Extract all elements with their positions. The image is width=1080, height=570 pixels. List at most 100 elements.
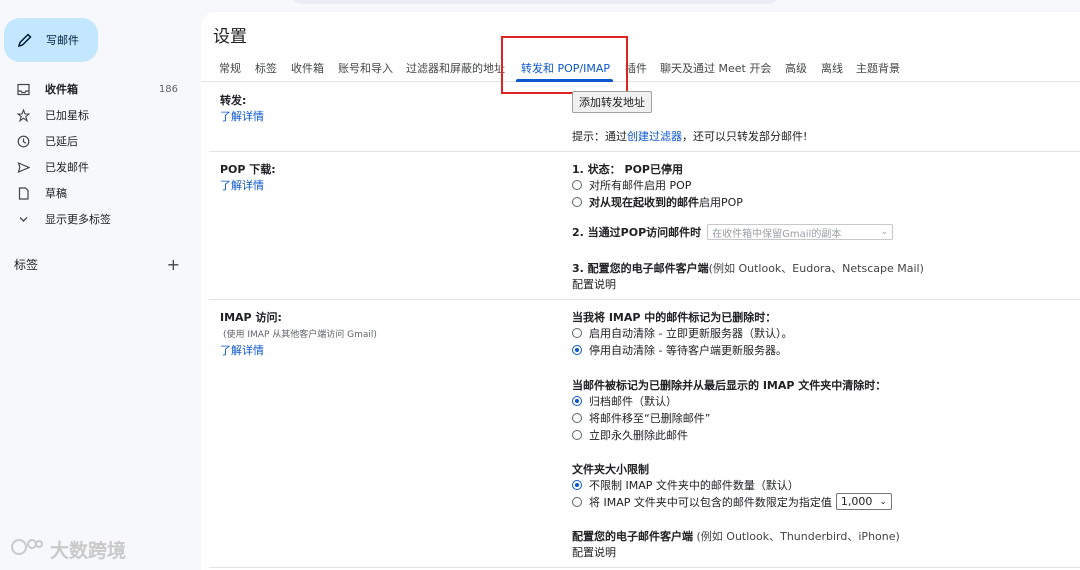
imap-archive-label: 归档邮件（默认） xyxy=(589,395,677,408)
sidebar-item-drafts[interactable]: 草稿 xyxy=(0,180,196,206)
watermark: 大数跨境 xyxy=(10,536,126,563)
imap-client-link[interactable]: 配置说明 xyxy=(572,544,616,560)
imap-client-hint: (例如 Outlook、Thunderbird、iPhone) xyxy=(696,530,900,543)
sidebar-item-label: 已加星标 xyxy=(45,109,89,122)
radio-button[interactable] xyxy=(572,180,582,190)
imap-delete-forever-option[interactable]: 立即永久删除此邮件 xyxy=(572,427,688,443)
imap-folder-heading: 文件夹大小限制 xyxy=(572,463,649,476)
add-forwarding-address-button[interactable]: 添加转发地址 xyxy=(572,91,652,113)
watermark-logo-icon xyxy=(10,536,44,563)
radio-button-selected[interactable] xyxy=(572,345,582,355)
add-label-icon[interactable]: + xyxy=(167,255,180,274)
inbox-count: 186 xyxy=(158,83,178,95)
watermark-text: 大数跨境 xyxy=(50,540,127,562)
sidebar-item-label: 草稿 xyxy=(45,187,67,200)
compose-label: 写邮件 xyxy=(46,34,79,47)
imap-limit-label: 将 IMAP 文件夹中可以包含的邮件数限定为指定值 xyxy=(589,495,832,509)
compose-button[interactable]: 写邮件 xyxy=(4,18,98,62)
imap-trash-label: 将邮件移至“已删除邮件” xyxy=(589,412,711,425)
chevron-down-icon: ⌄ xyxy=(879,496,887,507)
imap-trash-option[interactable]: 将邮件移至“已删除邮件” xyxy=(572,410,710,426)
pop-option-all-label: 对所有邮件启用 POP xyxy=(589,179,692,192)
pop-option-now[interactable]: 对从现在起收到的邮件 启用POP xyxy=(572,194,743,210)
sidebar-item-snoozed[interactable]: 已延后 xyxy=(0,128,196,154)
imap-deleted-heading: 当我将 IMAP 中的邮件标记为已删除时： xyxy=(572,311,777,324)
labels-heading: 标签 + xyxy=(14,255,180,274)
create-filter-link[interactable]: 创建过滤器 xyxy=(627,130,682,143)
clock-icon xyxy=(16,134,30,148)
labels-heading-text: 标签 xyxy=(14,258,39,272)
imap-auto-on-label: 启用自动清除 - 立即更新服务器（默认）。 xyxy=(589,327,793,340)
radio-button[interactable] xyxy=(572,413,582,423)
imap-expunge-heading: 当邮件被标记为已删除并从最后显示的 IMAP 文件夹中清除时： xyxy=(572,379,887,392)
imap-limit-option[interactable]: 将 IMAP 文件夹中可以包含的邮件数限定为指定值 1,000 ⌄ xyxy=(572,493,892,510)
forwarding-tip: 提示：通过创建过滤器，还可以只转发部分邮件! xyxy=(572,128,807,144)
tab-labels[interactable]: 标签 xyxy=(255,60,277,76)
tab-general[interactable]: 常规 xyxy=(219,60,241,76)
pop-learn-more-link[interactable]: 了解详情 xyxy=(220,177,264,193)
sidebar: 写邮件 收件箱 186 已加星标 已延后 已发邮件 草稿 显示更多标签 标签 +… xyxy=(0,0,200,570)
radio-button[interactable] xyxy=(572,328,582,338)
tab-chat-meet[interactable]: 聊天及通过 Meet 开会 xyxy=(660,60,771,76)
forwarding-title: 转发: xyxy=(220,94,247,107)
page-title: 设置 xyxy=(213,27,247,47)
imap-section: IMAP 访问: (使用 IMAP 从其他客户端访问 Gmail) 了解详情 当… xyxy=(209,300,1080,568)
sidebar-item-sent[interactable]: 已发邮件 xyxy=(0,154,196,180)
search-bar[interactable] xyxy=(290,0,780,4)
pop-when-accessed-label: 2. 当通过POP访问邮件时 xyxy=(572,226,702,239)
forwarding-tip-suffix: ，还可以只转发部分邮件! xyxy=(682,130,808,143)
forwarding-tip-prefix: 提示：通过 xyxy=(572,130,627,143)
pop-when-accessed: 2. 当通过POP访问邮件时 在收件箱中保留Gmail的副本 ⌄ xyxy=(572,224,894,240)
imap-no-limit-option[interactable]: 不限制 IMAP 文件夹中的邮件数量（默认） xyxy=(572,477,799,493)
pop-option-now-prefix: 对从现在起收到的邮件 xyxy=(589,196,699,209)
imap-title: IMAP 访问: xyxy=(220,311,282,324)
pop-title: POP 下载: xyxy=(220,163,276,176)
tab-inbox[interactable]: 收件箱 xyxy=(291,60,324,76)
settings-tabs: 常规 标签 收件箱 账号和导入 过滤器和屏蔽的地址 转发和 POP/IMAP 插… xyxy=(201,56,1080,82)
imap-no-limit-label: 不限制 IMAP 文件夹中的邮件数量（默认） xyxy=(589,479,799,492)
tab-addons[interactable]: 插件 xyxy=(625,60,647,76)
pop-status-label: 1. 状态： xyxy=(572,163,621,176)
imap-client-config: 配置您的电子邮件客户端 (例如 Outlook、Thunderbird、iPho… xyxy=(572,528,900,544)
inbox-icon xyxy=(16,82,30,96)
radio-button-selected[interactable] xyxy=(572,396,582,406)
star-icon xyxy=(16,108,30,122)
radio-button-selected[interactable] xyxy=(572,480,582,490)
imap-limit-value: 1,000 xyxy=(840,495,873,508)
sidebar-item-starred[interactable]: 已加星标 xyxy=(0,102,196,128)
pop-configure-label: 3. 配置您的电子邮件客户端 xyxy=(572,262,709,275)
pencil-icon xyxy=(16,31,34,49)
imap-auto-expunge-on[interactable]: 启用自动清除 - 立即更新服务器（默认）。 xyxy=(572,325,792,341)
radio-button[interactable] xyxy=(572,430,582,440)
sidebar-item-label: 已延后 xyxy=(45,135,78,148)
imap-learn-more-link[interactable]: 了解详情 xyxy=(220,342,264,358)
radio-button[interactable] xyxy=(572,496,582,507)
pop-status: 1. 状态： POP已停用 xyxy=(572,161,683,177)
forwarding-learn-more-link[interactable]: 了解详情 xyxy=(220,108,264,124)
imap-delete-forever-label: 立即永久删除此邮件 xyxy=(589,429,688,442)
pop-configure-hint: (例如 Outlook、Eudora、Netscape Mail) xyxy=(708,262,924,275)
pop-action-select[interactable]: 在收件箱中保留Gmail的副本 ⌄ xyxy=(707,224,894,240)
sidebar-item-label: 已发邮件 xyxy=(45,161,89,174)
radio-button[interactable] xyxy=(572,197,582,207)
pop-status-value: POP已停用 xyxy=(624,163,683,176)
pop-option-all[interactable]: 对所有邮件启用 POP xyxy=(572,177,691,193)
imap-limit-select[interactable]: 1,000 ⌄ xyxy=(835,493,892,510)
forwarding-section: 转发: 了解详情 添加转发地址 提示：通过创建过滤器，还可以只转发部分邮件! xyxy=(209,83,1080,152)
tab-themes[interactable]: 主题背景 xyxy=(856,60,900,76)
sidebar-item-more[interactable]: 显示更多标签 xyxy=(0,206,196,232)
sidebar-item-inbox[interactable]: 收件箱 186 xyxy=(0,76,196,102)
imap-archive-option[interactable]: 归档邮件（默认） xyxy=(572,393,677,409)
chevron-down-icon: ⌄ xyxy=(880,227,889,237)
imap-auto-off-label: 停用自动清除 - 等待客户端更新服务器。 xyxy=(589,344,787,357)
tab-advanced[interactable]: 高级 xyxy=(785,60,807,76)
pop-action-select-value: 在收件箱中保留Gmail的副本 xyxy=(712,228,842,240)
pop-configure-link[interactable]: 配置说明 xyxy=(572,276,616,292)
tab-offline[interactable]: 离线 xyxy=(821,60,843,76)
imap-auto-expunge-off[interactable]: 停用自动清除 - 等待客户端更新服务器。 xyxy=(572,342,787,358)
chevron-down-icon xyxy=(16,212,30,226)
settings-panel: 设置 常规 标签 收件箱 账号和导入 过滤器和屏蔽的地址 转发和 POP/IMA… xyxy=(201,12,1080,570)
tab-filters[interactable]: 过滤器和屏蔽的地址 xyxy=(406,60,505,76)
tab-accounts[interactable]: 账号和导入 xyxy=(338,60,393,76)
sidebar-item-label: 显示更多标签 xyxy=(45,213,111,226)
